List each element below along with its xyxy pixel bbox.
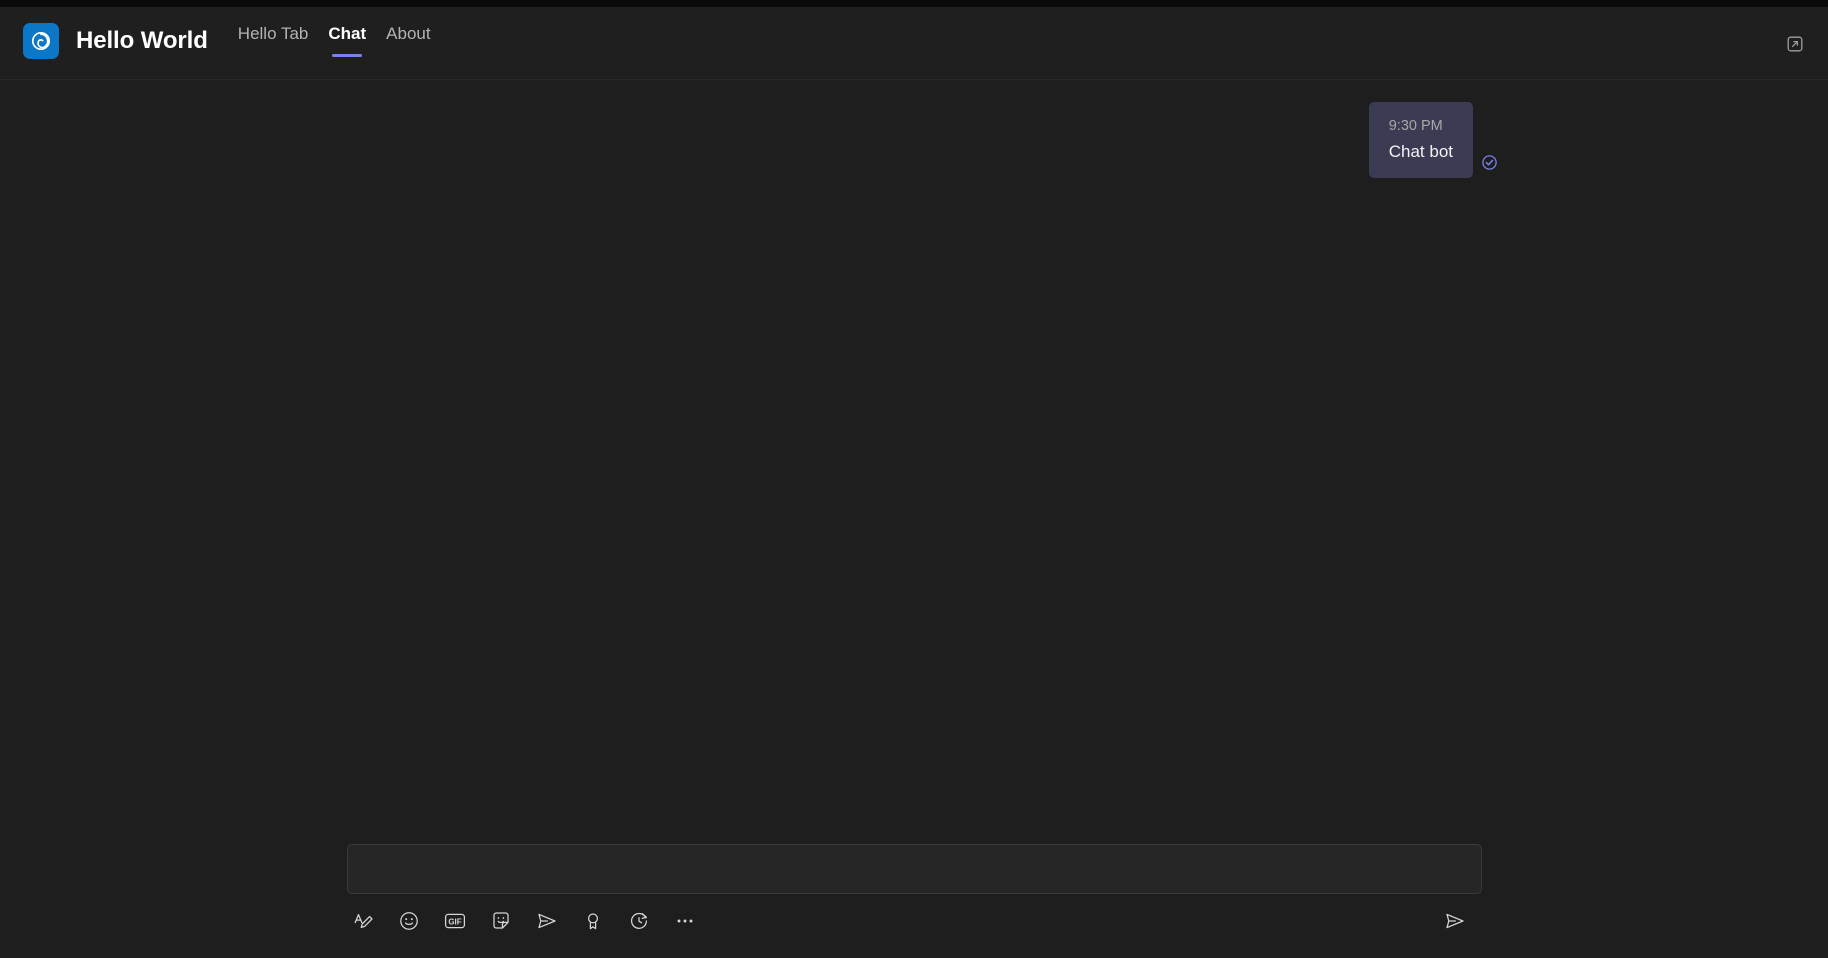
chat-message-bubble[interactable]: 9:30 PM Chat bot	[1368, 102, 1473, 178]
send-icon[interactable]	[1442, 908, 1468, 934]
gif-icon[interactable]: GIF	[443, 909, 467, 933]
award-badge-icon[interactable]	[581, 909, 605, 933]
page-title: Hello World	[76, 27, 208, 54]
tab-label: Chat	[328, 24, 367, 43]
sticker-icon[interactable]	[489, 909, 513, 933]
message-text: Chat bot	[1388, 142, 1453, 161]
emoji-icon[interactable]	[397, 909, 421, 933]
open-in-new-window-icon[interactable]	[1784, 33, 1806, 55]
schedule-clock-icon[interactable]	[627, 909, 651, 933]
tab-about[interactable]: About	[376, 23, 440, 67]
app-header: Hello World Hello Tab Chat About	[0, 7, 1828, 80]
praise-send-icon[interactable]	[535, 909, 559, 933]
tab-label: Hello Tab	[237, 24, 309, 43]
active-tab-indicator	[332, 54, 363, 57]
app-identity: Hello World	[23, 13, 208, 69]
chat-message-area: 9:30 PM Chat bot	[0, 80, 1828, 844]
message-row: 9:30 PM Chat bot	[1368, 102, 1498, 178]
more-options-icon[interactable]	[673, 909, 697, 933]
message-list: 9:30 PM Chat bot	[0, 80, 1828, 178]
window-top-strip	[0, 0, 1828, 7]
message-input[interactable]	[346, 844, 1482, 894]
format-text-icon[interactable]	[351, 909, 375, 933]
tab-hello-tab[interactable]: Hello Tab	[228, 23, 319, 67]
composer-tools: GIF	[351, 909, 697, 933]
message-timestamp: 9:30 PM	[1388, 118, 1443, 134]
tab-chat[interactable]: Chat	[318, 23, 376, 67]
checkmark-circle-icon	[1481, 154, 1498, 171]
tab-bar: Hello Tab Chat About	[228, 7, 441, 73]
svg-text:GIF: GIF	[448, 917, 461, 926]
message-composer: GIF	[0, 844, 1828, 958]
swirl-logo-icon	[23, 23, 59, 59]
teams-app-window: Hello World Hello Tab Chat About 9:30 PM…	[0, 0, 1828, 958]
tab-label: About	[386, 24, 431, 43]
composer-toolbar: GIF	[347, 906, 1482, 936]
composer-inner: GIF	[346, 844, 1482, 936]
